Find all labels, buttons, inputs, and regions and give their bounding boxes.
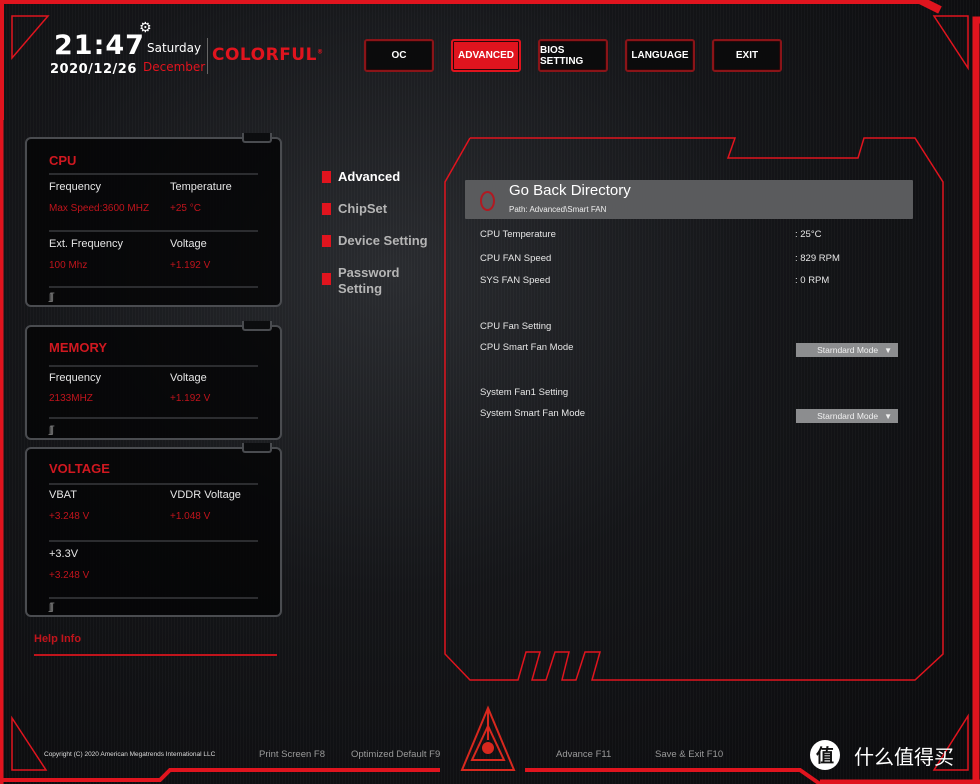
cpu-fan-speed-label: CPU FAN Speed	[480, 253, 552, 264]
cpu-ext-frequency-value: 100 Mhz	[49, 260, 88, 271]
tab-bios-setting[interactable]: BIOS SETTING	[538, 39, 608, 72]
cpu-frequency-value: Max Speed:3600 MHZ	[49, 203, 150, 214]
back-icon	[480, 191, 495, 211]
divider	[49, 173, 258, 175]
brand-text: COLORFUL	[212, 45, 317, 65]
menu-item-label: Advanced	[338, 169, 401, 184]
cpu-card: CPU Frequency Temperature Max Speed:3600…	[25, 133, 282, 307]
voltage-card: VOLTAGE VBAT VDDR Voltage +3.248 V +1.04…	[25, 443, 282, 617]
go-back-title: Go Back Directory	[509, 182, 631, 199]
menu-item-chipset[interactable]: ChipSet	[322, 201, 387, 216]
cpu-smart-fan-mode-label: CPU Smart Fan Mode	[480, 342, 574, 353]
vddr-label: VDDR Voltage	[170, 489, 241, 501]
divider	[49, 230, 258, 232]
card-notch	[242, 321, 272, 331]
menu-item-password-setting[interactable]: Password Setting	[322, 265, 422, 297]
cpu-temperature-label: CPU Temperature	[480, 229, 556, 240]
weekday: Saturday	[147, 41, 202, 55]
help-info-underline	[34, 654, 277, 656]
sys-fan-speed-label: SYS FAN Speed	[480, 275, 551, 286]
tab-advanced[interactable]: ADVANCED	[451, 39, 521, 72]
cpu-fan-speed-value: : 829 RPM	[795, 253, 840, 264]
card-notch	[242, 443, 272, 453]
squiggle-decoration: ʃʃʃ	[49, 425, 54, 436]
memory-frequency-value: 2133MHZ	[49, 393, 93, 404]
header-divider	[207, 38, 208, 74]
cpu-frequency-label: Frequency	[49, 181, 101, 193]
squiggle-decoration: ʃʃʃ	[49, 602, 54, 613]
cpu-voltage-value: +1.192 V	[170, 260, 211, 271]
memory-frequency-label: Frequency	[49, 372, 101, 384]
cpu-temperature-value: +25 °C	[170, 203, 201, 214]
system-smart-fan-mode-label: System Smart Fan Mode	[480, 408, 586, 419]
memory-voltage-value: +1.192 V	[170, 393, 211, 404]
cpu-fan-setting-heading: CPU Fan Setting	[480, 321, 552, 332]
registered-mark: ®	[316, 48, 324, 56]
divider	[49, 286, 258, 288]
menu-item-label: Device Setting	[338, 233, 428, 248]
cpu-card-title: CPU	[49, 153, 77, 168]
bullet-icon	[322, 273, 331, 285]
cpu-voltage-label: Voltage	[170, 238, 207, 250]
voltage-card-title: VOLTAGE	[49, 461, 110, 476]
bullet-icon	[322, 203, 331, 215]
go-back-directory-button[interactable]: Go Back Directory Path: Advanced\Smart F…	[465, 180, 913, 219]
watermark: 值 什么值得买	[810, 740, 954, 770]
help-info-title: Help Info	[34, 633, 82, 645]
v33-label: +3.3V	[49, 548, 79, 560]
divider	[49, 483, 258, 485]
divider	[49, 365, 258, 367]
memory-card-title: MEMORY	[49, 340, 108, 355]
divider	[49, 540, 258, 542]
card-notch	[242, 133, 272, 143]
advance-f11[interactable]: Advance F11	[556, 749, 611, 760]
print-screen-f8[interactable]: Print Screen F8	[259, 749, 325, 760]
squiggle-decoration: ʃʃʃ	[49, 292, 54, 303]
watermark-logo-icon: 值	[810, 740, 840, 770]
dropdown-arrow-icon: ▼	[884, 411, 892, 421]
sys-fan-speed-value: : 0 RPM	[795, 275, 830, 286]
breadcrumb-path: Path: Advanced\Smart FAN	[509, 205, 607, 214]
watermark-text: 什么值得买	[854, 744, 954, 769]
divider	[49, 417, 258, 419]
save-exit-f10[interactable]: Save & Exit F10	[655, 749, 723, 760]
divider	[49, 597, 258, 599]
dropdown-arrow-icon: ▼	[884, 345, 892, 355]
cpu-temperature-value: : 25°C	[795, 229, 822, 240]
clock-date: 2020/12/26	[50, 62, 137, 77]
cpu-smart-fan-mode-select[interactable]: Starndard Mode ▼	[796, 343, 898, 357]
bullet-icon	[322, 235, 331, 247]
top-nav: OC ADVANCED BIOS SETTING LANGUAGE EXIT	[364, 39, 782, 72]
month: December	[143, 60, 206, 74]
vddr-value: +1.048 V	[170, 511, 211, 522]
clock-time: 21:47	[54, 30, 145, 61]
vbat-label: VBAT	[49, 489, 77, 501]
tab-oc[interactable]: OC	[364, 39, 434, 72]
memory-voltage-label: Voltage	[170, 372, 207, 384]
system-smart-fan-mode-select[interactable]: Starndard Mode ▼	[796, 409, 898, 423]
menu-item-label: ChipSet	[338, 201, 388, 216]
menu-item-device-setting[interactable]: Device Setting	[322, 233, 428, 248]
bullet-icon	[322, 171, 331, 183]
select-value: Starndard Mode	[817, 411, 879, 421]
optimized-default-f9[interactable]: Optimized Default F9	[351, 749, 440, 760]
copyright: Copyright (C) 2020 American Megatrends I…	[44, 751, 216, 758]
memory-card: MEMORY Frequency Voltage 2133MHZ +1.192 …	[25, 321, 282, 440]
select-value: Starndard Mode	[817, 345, 879, 355]
system-fan1-setting-heading: System Fan1 Setting	[480, 387, 569, 398]
cpu-temperature-label: Temperature	[170, 181, 232, 193]
gear-icon[interactable]: ⚙	[139, 19, 152, 36]
vbat-value: +3.248 V	[49, 511, 90, 522]
tab-language[interactable]: LANGUAGE	[625, 39, 695, 72]
tab-exit[interactable]: EXIT	[712, 39, 782, 72]
cpu-ext-frequency-label: Ext. Frequency	[49, 238, 123, 250]
v33-value: +3.248 V	[49, 570, 90, 581]
brand-logo: COLORFUL®	[212, 45, 323, 65]
menu-item-advanced[interactable]: Advanced	[322, 169, 400, 184]
menu-item-label: Password Setting	[338, 265, 400, 296]
